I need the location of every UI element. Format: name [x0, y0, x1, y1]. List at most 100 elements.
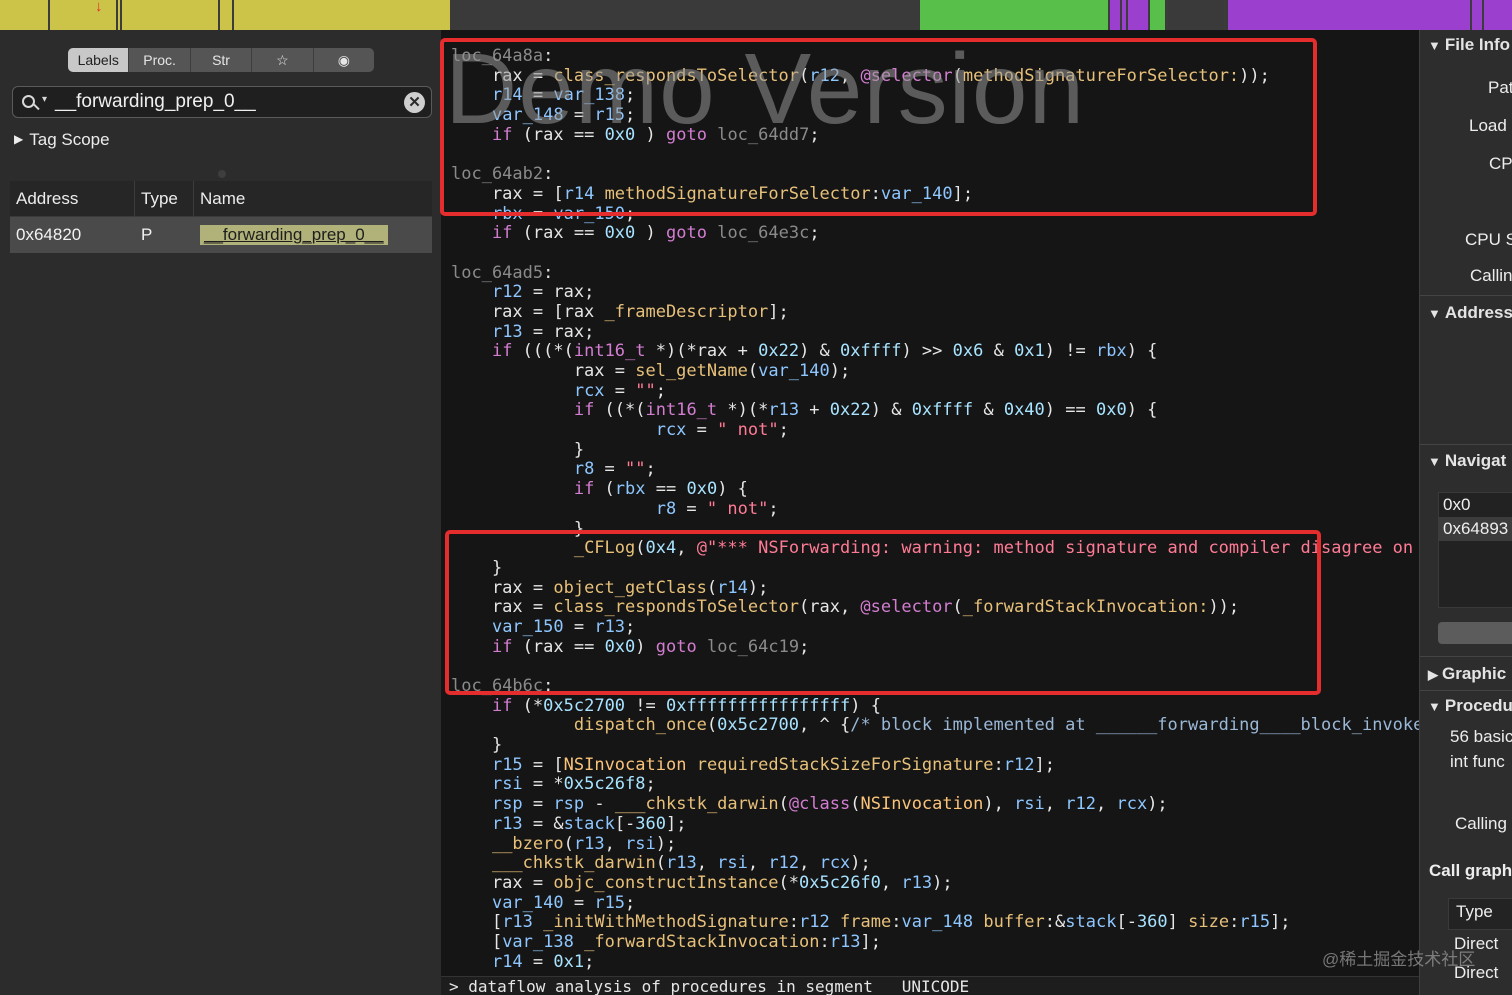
code-line[interactable]: rax = objc_constructInstance(*0x5c26f0, …: [451, 873, 1419, 894]
code-line[interactable]: ___chkstk_darwin(r13, rsi, r12, rcx);: [451, 853, 1419, 874]
code-line[interactable]: rcx = "";: [451, 381, 1419, 402]
tab-procedures[interactable]: Proc.: [129, 48, 191, 72]
tag-scope-disclosure[interactable]: ▶ Tag Scope: [14, 130, 110, 150]
code-token: r13: [665, 853, 697, 874]
code-line[interactable]: if (*0x5c2700 != 0xffffffffffffffff) {: [451, 696, 1419, 717]
code-line[interactable]: r15 = [NSInvocation requiredStackSizeFor…: [451, 754, 1419, 776]
nav-history-item[interactable]: 0x0: [1438, 493, 1512, 517]
code-line[interactable]: rax = object_getClass(r14);: [451, 577, 1419, 599]
code-line[interactable]: loc_64ab2:: [451, 164, 1419, 185]
column-header-type[interactable]: Type: [135, 181, 194, 217]
splitter-handle[interactable]: [218, 170, 226, 178]
navigate-button[interactable]: [1438, 622, 1512, 644]
nav-marker: [1166, 0, 1168, 30]
search-icon[interactable]: ▾: [21, 93, 51, 113]
code-token: -: [584, 794, 615, 815]
nav-segment[interactable]: [1165, 0, 1228, 30]
code-token: ) {: [1126, 341, 1158, 362]
proc-basic-blocks: 56 basic: [1450, 727, 1512, 746]
nav-segment[interactable]: [920, 0, 1110, 30]
code-line[interactable]: rcx = " not";: [451, 420, 1419, 441]
nav-segment[interactable]: [0, 0, 450, 30]
code-line[interactable]: rsi = *0x5c26f8;: [451, 775, 1419, 795]
code-line[interactable]: if (rax == 0x0 ) goto loc_64e3c;: [451, 223, 1419, 244]
code-token: ];: [666, 813, 687, 834]
code-token: = &: [522, 813, 564, 834]
code-line[interactable]: }: [451, 439, 1419, 461]
search-input[interactable]: __forwarding_prep_0__: [55, 91, 256, 113]
call-graph-type-header[interactable]: Type: [1456, 902, 1493, 922]
code-line[interactable]: rsp = rsp - ___chkstk_darwin(@class(NSIn…: [451, 794, 1419, 815]
code-token: ==: [645, 479, 687, 500]
code-line[interactable]: var_140 = r15;: [451, 893, 1419, 914]
nav-history-item[interactable]: 0x64893: [1438, 517, 1512, 541]
column-header-address[interactable]: Address: [10, 181, 135, 217]
code-line[interactable]: r13 = rax;: [451, 322, 1419, 343]
code-line[interactable]: if (rax == 0x0 ) goto loc_64dd7;: [451, 125, 1419, 146]
navigation-bar[interactable]: ↓: [0, 0, 1512, 30]
code-line[interactable]: rbx = var_150;: [451, 204, 1419, 225]
code-line[interactable]: __bzero(r13, rsi);: [451, 834, 1419, 855]
section-graphic[interactable]: ▶ Graphic: [1428, 664, 1506, 684]
code-line[interactable]: if (rbx == 0x0) {: [451, 479, 1419, 500]
divider: [1420, 690, 1512, 691]
code-line[interactable]: var_150 = r13;: [451, 617, 1419, 638]
pseudocode-listing[interactable]: loc_64a8a: rax = class_respondsToSelecto…: [451, 46, 1419, 973]
code-line[interactable]: rax = sel_getName(var_140);: [451, 361, 1419, 382]
code-line[interactable]: r13 = &stack[-360];: [451, 813, 1419, 835]
code-line[interactable]: rax = class_respondsToSelector(rax, @sel…: [451, 597, 1419, 618]
code-line[interactable]: loc_64a8a:: [451, 46, 1419, 67]
code-line[interactable]: if (rax == 0x0) goto loc_64c19;: [451, 637, 1419, 658]
code-line[interactable]: [451, 145, 1419, 165]
code-line[interactable]: r8 = " not";: [451, 499, 1419, 520]
code-line[interactable]: [var_138 _forwardStackInvocation:r13];: [451, 932, 1419, 953]
tab-strings[interactable]: Str: [191, 48, 253, 72]
column-header-name[interactable]: Name: [194, 181, 432, 217]
code-line[interactable]: [451, 657, 1419, 677]
code-line[interactable]: [451, 244, 1419, 264]
tab-tags-dot-icon[interactable]: ◉: [314, 48, 374, 72]
code-token: :: [993, 754, 1004, 775]
code-token: rsi: [717, 853, 748, 874]
code-line[interactable]: r14 = 0x1;: [451, 952, 1419, 973]
code-line[interactable]: [r13 _initWithMethodSignature:r12 frame:…: [451, 912, 1419, 933]
nav-segment[interactable]: [450, 0, 920, 30]
code-line[interactable]: r14 = var_138;: [451, 86, 1419, 106]
section-navigate[interactable]: ▼ Navigat: [1428, 451, 1506, 471]
nav-cursor-arrow-icon[interactable]: ↓: [95, 0, 107, 18]
search-field[interactable]: ▾ __forwarding_prep_0__ ✕: [12, 86, 432, 118]
code-line[interactable]: if ((*(int16_t *)(*r13 + 0x22) & 0xffff …: [451, 401, 1419, 421]
code-line[interactable]: rax = [rax _frameDescriptor];: [451, 302, 1419, 323]
code-line[interactable]: _CFLog(0x4, @"*** NSForwarding: warning:…: [451, 538, 1419, 559]
clear-search-icon[interactable]: ✕: [404, 92, 425, 113]
code-line[interactable]: }: [451, 519, 1419, 540]
code-line[interactable]: rax = class_respondsToSelector(r12, @sel…: [451, 66, 1419, 87]
section-file-info[interactable]: ▼ File Info: [1428, 35, 1510, 55]
code-line[interactable]: r8 = "";: [451, 460, 1419, 480]
code-line[interactable]: var_148 = r15;: [451, 105, 1419, 126]
code-token: ),: [983, 794, 1015, 815]
section-procedure[interactable]: ▼ Procedu: [1428, 696, 1512, 716]
code-line[interactable]: loc_64ad5:: [451, 263, 1419, 284]
code-line[interactable]: rax = [r14 methodSignatureForSelector:va…: [451, 184, 1419, 205]
code-line[interactable]: loc_64b6c:: [451, 676, 1419, 697]
code-line[interactable]: }: [451, 558, 1419, 579]
code-token: }: [451, 439, 585, 460]
table-row[interactable]: 0x64820 P __forwarding_prep_0__: [10, 217, 432, 253]
nav-marker: [218, 0, 220, 30]
nav-segment[interactable]: [1110, 0, 1150, 30]
nav-segment[interactable]: [1150, 0, 1165, 30]
tab-labels[interactable]: Labels: [68, 48, 130, 72]
code-token: object_getClass: [553, 577, 707, 598]
code-line[interactable]: dispatch_once(0x5c2700, ^ {/* block impl…: [451, 716, 1419, 736]
code-line[interactable]: r12 = rax;: [451, 282, 1419, 303]
tab-bookmarks-star-icon[interactable]: ☆: [252, 48, 314, 72]
section-address[interactable]: ▼ Address: [1428, 303, 1512, 323]
pseudocode-view[interactable]: loc_64a8a: rax = class_respondsToSelecto…: [441, 30, 1419, 995]
code-line[interactable]: }: [451, 735, 1419, 756]
code-line[interactable]: if (((*(int16_t *)(*rax + 0x22) & 0xffff…: [451, 341, 1419, 362]
code-token: ,: [676, 538, 697, 559]
